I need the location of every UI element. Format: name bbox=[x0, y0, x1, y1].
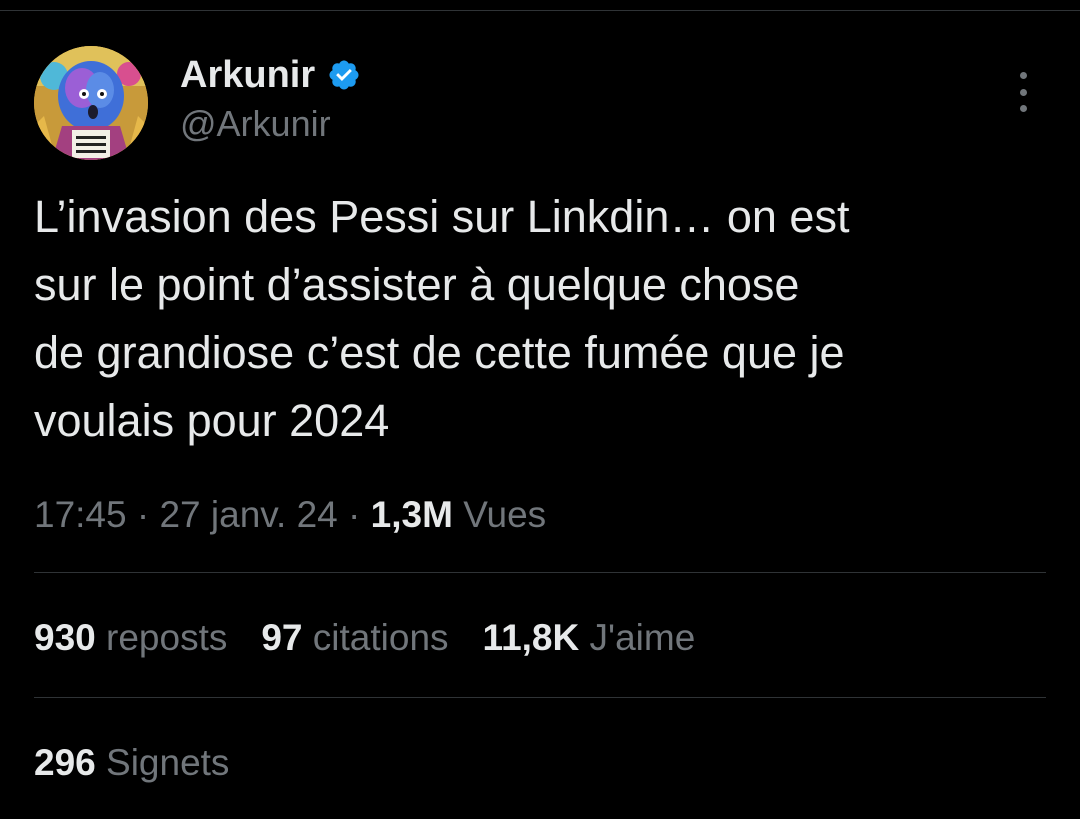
avatar-image bbox=[34, 46, 148, 160]
reposts-count: 930 bbox=[34, 617, 96, 658]
divider bbox=[34, 697, 1046, 698]
avatar[interactable] bbox=[34, 46, 148, 160]
likes-label: J'aime bbox=[589, 617, 696, 658]
bookmarks-count: 296 bbox=[34, 742, 96, 783]
engagement-stats: 930 reposts 97 citations 11,8K J'aime bbox=[34, 615, 695, 661]
author-name-row[interactable]: Arkunir bbox=[180, 52, 361, 98]
bookmarks-stat[interactable]: 296 Signets bbox=[34, 740, 229, 786]
more-options-icon[interactable] bbox=[1010, 72, 1036, 112]
meta-separator: · bbox=[136, 494, 150, 535]
author-handle[interactable]: @Arkunir bbox=[180, 102, 331, 146]
meta-separator: · bbox=[348, 494, 361, 535]
quotes-count: 97 bbox=[261, 617, 303, 658]
tweet-time[interactable]: 17:45 bbox=[34, 494, 127, 535]
more-dot bbox=[1019, 88, 1027, 96]
tweet-meta: 17:45 · 27 janv. 24 · 1,3M Vues bbox=[34, 492, 546, 538]
likes-count: 11,8K bbox=[482, 617, 580, 658]
top-divider bbox=[0, 10, 1080, 11]
verified-badge-icon bbox=[327, 58, 361, 92]
likes-stat[interactable]: 11,8K J'aime bbox=[483, 615, 696, 661]
tweet-date[interactable]: 27 janv. 24 bbox=[159, 494, 337, 535]
reposts-stat[interactable]: 930 reposts bbox=[34, 615, 227, 661]
divider bbox=[34, 572, 1046, 573]
quotes-label: citations bbox=[312, 617, 449, 658]
more-dot bbox=[1019, 72, 1027, 79]
author-display-name[interactable]: Arkunir bbox=[180, 52, 315, 98]
reposts-label: reposts bbox=[106, 617, 228, 658]
quotes-stat[interactable]: 97 citations bbox=[261, 615, 448, 661]
views-label: Vues bbox=[463, 494, 547, 535]
more-dot bbox=[1019, 105, 1027, 112]
tweet-text: L’invasion des Pessi sur Linkdin… on est… bbox=[34, 191, 850, 446]
views-count: 1,3M bbox=[370, 494, 453, 535]
bookmarks-label: Signets bbox=[106, 742, 230, 783]
